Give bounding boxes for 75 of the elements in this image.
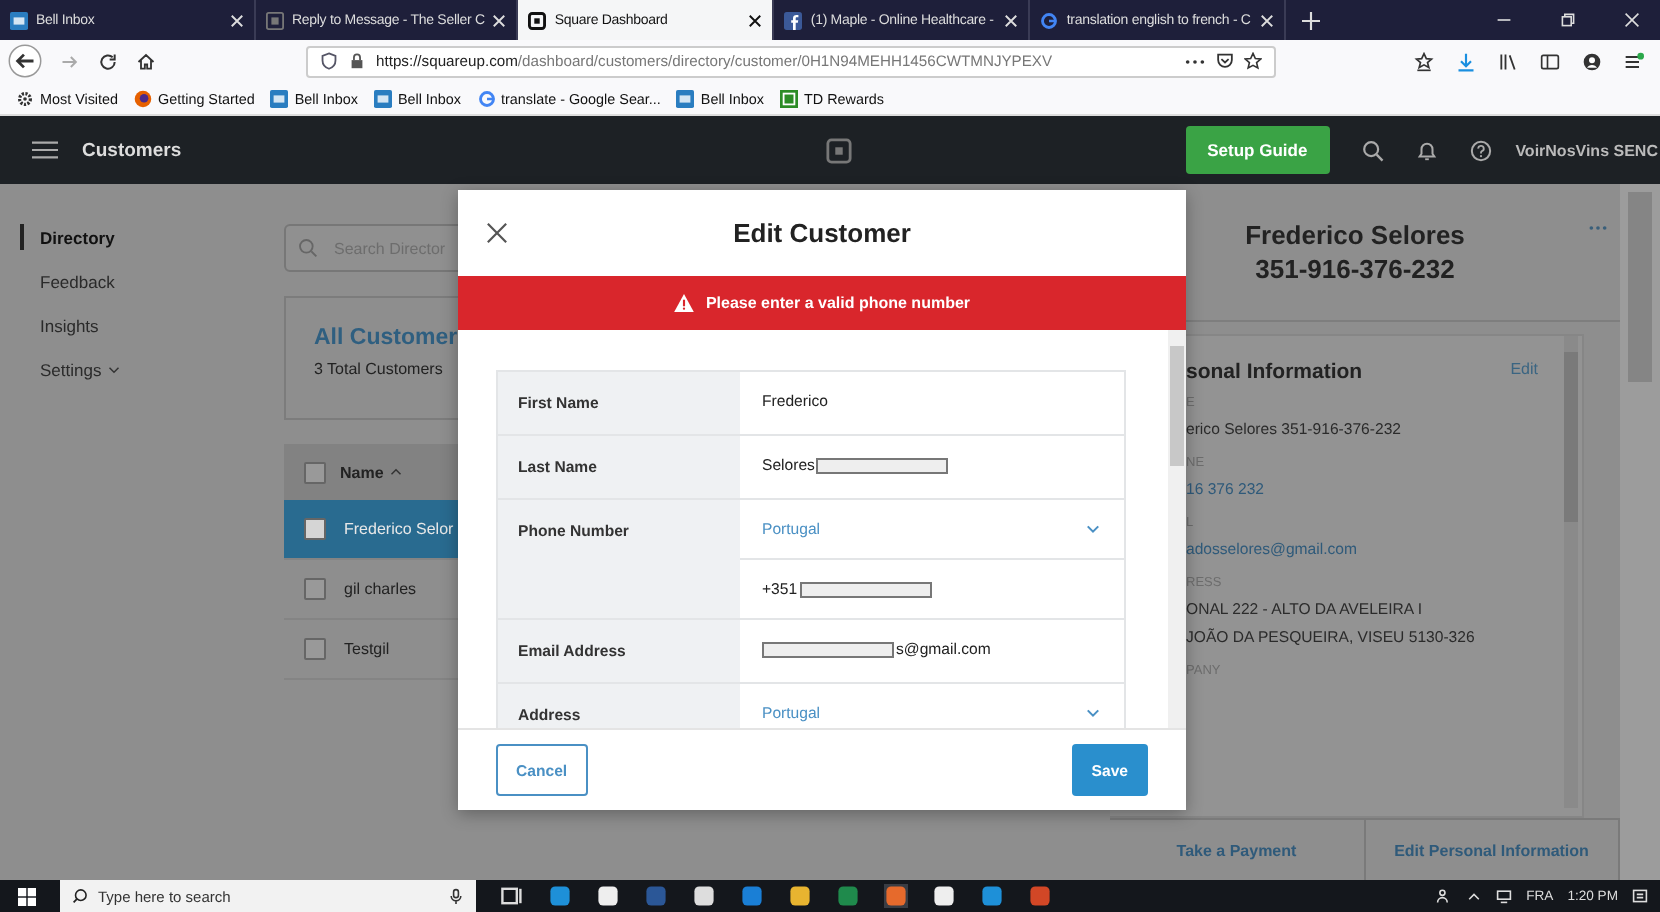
scrollbar[interactable] [1168, 330, 1186, 728]
bookmark-icon [270, 89, 289, 107]
lock-icon [348, 52, 366, 70]
account-icon[interactable] [1582, 51, 1602, 71]
customer-name: gil charles [344, 580, 417, 598]
close-icon[interactable] [486, 222, 508, 244]
account-name[interactable]: VoirNosVins SENC [1515, 141, 1658, 159]
home-icon[interactable] [136, 51, 156, 71]
microphone-icon[interactable] [448, 888, 464, 904]
sidebar-item[interactable]: Feedback [20, 268, 284, 294]
site-icon [784, 11, 803, 29]
sidebar-item[interactable]: Settings [20, 356, 284, 382]
app-icon[interactable] [788, 884, 812, 908]
chevron-icon [1086, 524, 1100, 534]
app-icon[interactable] [932, 884, 956, 908]
bookmark-icon [373, 89, 392, 107]
search-icon [298, 238, 318, 258]
menu-icon[interactable] [1624, 51, 1644, 71]
back-icon[interactable] [8, 44, 42, 78]
site-icon [10, 11, 28, 29]
more-icon[interactable] [1184, 57, 1206, 65]
people-icon[interactable] [1436, 888, 1453, 904]
page-title: Customers [82, 139, 182, 161]
new-tab-icon[interactable] [1302, 11, 1321, 29]
search-icon [72, 888, 88, 904]
bell-icon[interactable] [1415, 139, 1438, 161]
customer-phone: 351-916-376-232 [1255, 252, 1455, 286]
scrollbar[interactable] [1564, 336, 1578, 808]
pocket-icon[interactable] [1216, 52, 1234, 70]
menu-icon[interactable] [32, 140, 58, 160]
checkbox[interactable] [304, 518, 326, 540]
bookmark-icon [134, 89, 153, 107]
site-icon [1040, 11, 1059, 29]
bookmark-icon [780, 89, 798, 107]
app-icon[interactable] [692, 884, 716, 908]
customer-name: Testgil [344, 640, 390, 658]
chevron-icon [1086, 708, 1100, 718]
error-message: Please enter a valid phone number [705, 294, 971, 312]
sidebar-icon[interactable] [1540, 51, 1560, 71]
chevron-icon[interactable] [1466, 888, 1483, 904]
shield-icon[interactable] [320, 52, 338, 70]
checkbox[interactable] [304, 578, 326, 600]
close-icon[interactable] [748, 13, 763, 27]
reload-icon[interactable] [98, 51, 118, 71]
section-title: sonal Information [1186, 360, 1363, 384]
download-icon[interactable] [1456, 51, 1476, 71]
windows-start-icon[interactable] [18, 887, 36, 905]
dialog-title: Edit Customer [733, 218, 911, 248]
warning-icon [673, 294, 694, 312]
sidebar-item[interactable]: Insights [20, 312, 284, 338]
site-icon [266, 11, 284, 29]
search-icon[interactable] [1361, 139, 1384, 161]
task-view-icon[interactable] [500, 884, 524, 908]
star-icon[interactable] [1244, 52, 1262, 70]
star-list-icon[interactable] [1414, 51, 1434, 71]
app-icon[interactable] [596, 884, 620, 908]
bookmark-icon [16, 89, 34, 107]
checkbox[interactable] [304, 461, 326, 483]
customer-name: Frederico Selores [1245, 218, 1465, 252]
card-subtitle: 3 Total Customers [314, 360, 443, 378]
sort-icon[interactable] [389, 468, 402, 476]
chevron-icon [107, 365, 120, 373]
bookmark-icon [477, 89, 496, 107]
checkbox[interactable] [304, 638, 326, 660]
site-icon [528, 11, 547, 29]
square-logo-icon[interactable] [825, 137, 852, 163]
library-icon[interactable] [1498, 51, 1518, 71]
network-icon[interactable] [1496, 888, 1513, 904]
notification-icon[interactable] [1632, 888, 1648, 904]
scrollbar[interactable] [1620, 184, 1660, 880]
column-header[interactable]: Name [340, 463, 384, 481]
bookmark-icon [676, 89, 695, 107]
restore-icon[interactable] [1560, 12, 1576, 28]
customer-name: Frederico Selor [344, 520, 454, 538]
help-icon[interactable] [1469, 139, 1492, 161]
